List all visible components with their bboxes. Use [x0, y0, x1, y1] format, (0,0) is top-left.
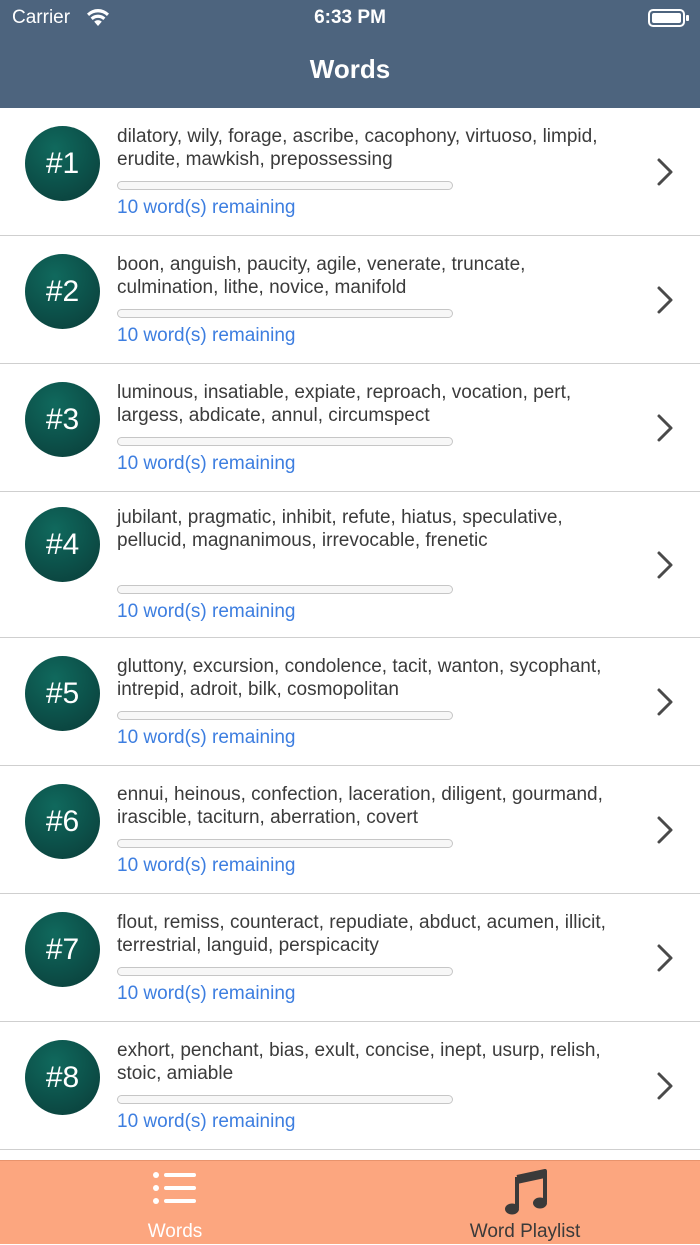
list-number-badge: #5: [25, 656, 100, 731]
battery-icon: [648, 9, 689, 27]
list-number-badge: #2: [25, 254, 100, 329]
progress-bar: [117, 711, 453, 720]
tab-word-playlist[interactable]: Word Playlist: [350, 1161, 700, 1245]
music-note-icon: [505, 1169, 547, 1215]
list-number-badge: #1: [25, 126, 100, 201]
word-list: #1 dilatory, wily, forage, ascribe, caco…: [0, 108, 700, 1150]
list-item[interactable]: #3 luminous, insatiable, expiate, reproa…: [0, 364, 700, 492]
list-item[interactable]: #6 ennui, heinous, confection, laceratio…: [0, 766, 700, 894]
list-words: ennui, heinous, confection, laceration, …: [117, 784, 603, 828]
words-remaining: 10 word(s) remaining: [117, 197, 296, 218]
words-remaining: 10 word(s) remaining: [117, 325, 296, 346]
chevron-right-icon: [657, 688, 673, 716]
status-bar: Carrier 6:33 PM: [0, 0, 700, 36]
words-remaining: 10 word(s) remaining: [117, 453, 296, 474]
list-item[interactable]: #7 flout, remiss, counteract, repudiate,…: [0, 894, 700, 1022]
tab-words[interactable]: Words: [0, 1161, 350, 1245]
chevron-right-icon: [657, 1072, 673, 1100]
list-item[interactable]: #2 boon, anguish, paucity, agile, venera…: [0, 236, 700, 364]
list-words: flout, remiss, counteract, repudiate, ab…: [117, 912, 606, 956]
chevron-right-icon: [657, 816, 673, 844]
progress-bar: [117, 839, 453, 848]
words-remaining: 10 word(s) remaining: [117, 727, 296, 748]
progress-bar: [117, 967, 453, 976]
list-words: dilatory, wily, forage, ascribe, cacopho…: [117, 126, 598, 170]
progress-bar: [117, 585, 453, 594]
chevron-right-icon: [657, 286, 673, 314]
list-item[interactable]: #4 jubilant, pragmatic, inhibit, refute,…: [0, 492, 700, 638]
list-words: gluttony, excursion, condolence, tacit, …: [117, 656, 602, 700]
progress-bar: [117, 309, 453, 318]
status-time: 6:33 PM: [314, 7, 386, 28]
list-words: jubilant, pragmatic, inhibit, refute, hi…: [117, 507, 563, 551]
tab-label: Word Playlist: [469, 1221, 581, 1242]
progress-bar: [117, 1095, 453, 1104]
list-item[interactable]: #1 dilatory, wily, forage, ascribe, caco…: [0, 108, 700, 236]
list-words: boon, anguish, paucity, agile, venerate,…: [117, 254, 526, 298]
tab-label: Words: [147, 1221, 203, 1242]
list-number-badge: #4: [25, 507, 100, 582]
list-words: luminous, insatiable, expiate, reproach,…: [117, 382, 572, 426]
page-title: Words: [309, 54, 391, 84]
list-words: exhort, penchant, bias, exult, concise, …: [117, 1040, 601, 1084]
list-number-badge: #7: [25, 912, 100, 987]
list-item[interactable]: #5 gluttony, excursion, condolence, taci…: [0, 638, 700, 766]
progress-bar: [117, 181, 453, 190]
chevron-right-icon: [657, 944, 673, 972]
words-remaining: 10 word(s) remaining: [117, 855, 296, 876]
progress-bar: [117, 437, 453, 446]
list-number-badge: #6: [25, 784, 100, 859]
chevron-right-icon: [657, 551, 673, 579]
list-item[interactable]: #8 exhort, penchant, bias, exult, concis…: [0, 1022, 700, 1150]
app-root: Carrier 6:33 PM Words #1 dilatory, wily,…: [0, 0, 700, 1244]
list-number-badge: #8: [25, 1040, 100, 1115]
words-remaining: 10 word(s) remaining: [117, 983, 296, 1004]
list-number-badge: #3: [25, 382, 100, 457]
chevron-right-icon: [657, 414, 673, 442]
list-icon: [153, 1172, 196, 1204]
words-remaining: 10 word(s) remaining: [117, 601, 296, 622]
chevron-right-icon: [657, 158, 673, 186]
navigation-bar: Carrier 6:33 PM Words: [0, 0, 700, 108]
words-remaining: 10 word(s) remaining: [117, 1111, 296, 1132]
tab-bar: Words Word Playlist: [0, 1160, 700, 1244]
